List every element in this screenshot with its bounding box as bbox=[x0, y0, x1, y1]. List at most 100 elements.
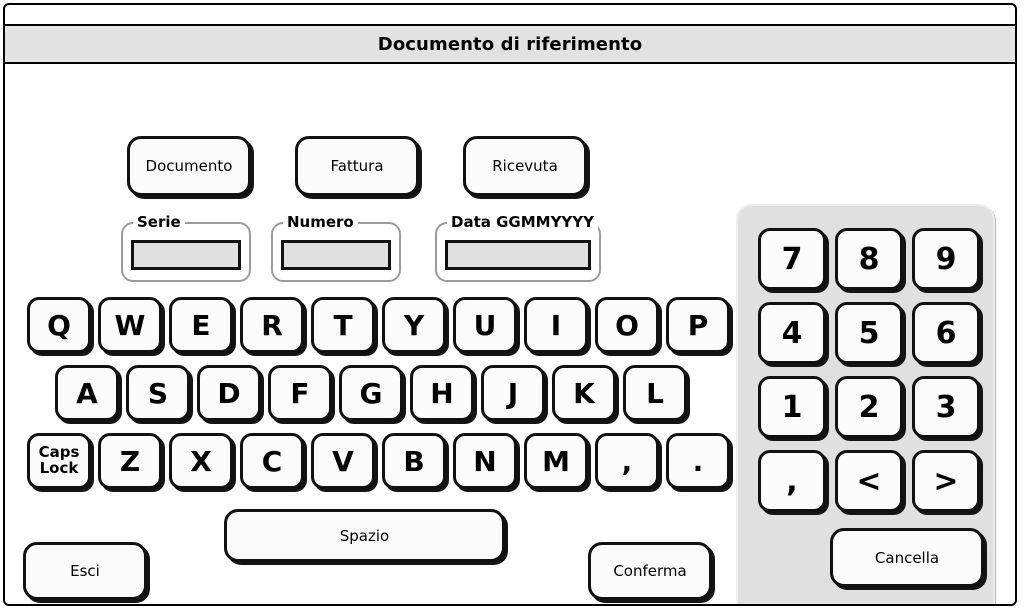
numkey-8[interactable]: 8 bbox=[835, 228, 903, 290]
serie-input[interactable] bbox=[131, 240, 241, 270]
numkey-3[interactable]: 3 bbox=[912, 376, 980, 438]
doctype-button-fattura[interactable]: Fattura bbox=[295, 136, 419, 196]
field-label-serie: Serie bbox=[133, 213, 185, 231]
key-space[interactable]: Spazio bbox=[224, 509, 505, 562]
key-period[interactable]: . bbox=[666, 433, 730, 489]
field-group-serie: Serie bbox=[121, 213, 251, 282]
key-x[interactable]: X bbox=[169, 433, 233, 489]
key-i[interactable]: I bbox=[524, 297, 588, 353]
key-label: 2 bbox=[858, 389, 880, 425]
numkey-right-arrow[interactable]: > bbox=[912, 450, 980, 512]
key-label: Y bbox=[403, 308, 425, 342]
numkey-5[interactable]: 5 bbox=[835, 302, 903, 364]
key-label: < bbox=[856, 463, 882, 499]
key-label: > bbox=[933, 463, 959, 499]
numkey-comma[interactable]: , bbox=[758, 450, 826, 512]
key-label: 4 bbox=[781, 315, 803, 351]
numero-input[interactable] bbox=[281, 240, 391, 270]
clear-button[interactable]: Cancella bbox=[830, 528, 984, 587]
window-titlebar: Documento di riferimento bbox=[5, 24, 1015, 64]
key-label: 1 bbox=[781, 389, 803, 425]
key-label: C bbox=[261, 444, 283, 478]
key-label: 6 bbox=[935, 315, 957, 351]
confirm-button[interactable]: Conferma bbox=[588, 542, 712, 600]
key-comma[interactable]: , bbox=[595, 433, 659, 489]
numkey-6[interactable]: 6 bbox=[912, 302, 980, 364]
key-j[interactable]: J bbox=[481, 365, 545, 421]
numkey-4[interactable]: 4 bbox=[758, 302, 826, 364]
numeric-keypad-panel: 7 8 9 4 5 6 1 2 3 , < > Cancella bbox=[736, 204, 995, 604]
exit-label: Esci bbox=[70, 562, 100, 580]
key-label: N bbox=[473, 444, 497, 478]
key-caps-lock[interactable]: Caps Lock bbox=[27, 433, 91, 489]
key-c[interactable]: C bbox=[240, 433, 304, 489]
key-label: 3 bbox=[935, 389, 957, 425]
key-label: 7 bbox=[781, 241, 803, 277]
field-group-numero: Numero bbox=[271, 213, 401, 282]
confirm-label: Conferma bbox=[613, 562, 687, 580]
key-label: B bbox=[403, 444, 425, 478]
field-label-numero: Numero bbox=[283, 213, 358, 231]
numkey-1[interactable]: 1 bbox=[758, 376, 826, 438]
key-label: F bbox=[290, 376, 310, 410]
key-label: L bbox=[646, 376, 664, 410]
key-f[interactable]: F bbox=[268, 365, 332, 421]
key-label: K bbox=[573, 376, 595, 410]
key-label: X bbox=[190, 444, 212, 478]
key-y[interactable]: Y bbox=[382, 297, 446, 353]
key-label: A bbox=[76, 376, 98, 410]
key-label: T bbox=[333, 308, 353, 342]
numkey-9[interactable]: 9 bbox=[912, 228, 980, 290]
field-group-data: Data GGMMYYYY bbox=[435, 213, 601, 282]
key-m[interactable]: M bbox=[524, 433, 588, 489]
key-u[interactable]: U bbox=[453, 297, 517, 353]
key-a[interactable]: A bbox=[55, 365, 119, 421]
key-label: I bbox=[550, 308, 562, 342]
doctype-button-documento[interactable]: Documento bbox=[127, 136, 251, 196]
key-b[interactable]: B bbox=[382, 433, 446, 489]
window-client-area: Documento Fattura Ricevuta Serie Numero … bbox=[5, 64, 1015, 604]
key-label: H bbox=[430, 376, 454, 410]
key-label: Z bbox=[119, 444, 141, 478]
key-label: P bbox=[687, 308, 709, 342]
key-l[interactable]: L bbox=[623, 365, 687, 421]
key-r[interactable]: R bbox=[240, 297, 304, 353]
numkey-2[interactable]: 2 bbox=[835, 376, 903, 438]
numkey-left-arrow[interactable]: < bbox=[835, 450, 903, 512]
key-label: J bbox=[507, 376, 519, 410]
key-o[interactable]: O bbox=[595, 297, 659, 353]
doctype-label: Documento bbox=[145, 157, 233, 175]
key-z[interactable]: Z bbox=[98, 433, 162, 489]
key-d[interactable]: D bbox=[197, 365, 261, 421]
key-n[interactable]: N bbox=[453, 433, 517, 489]
key-h[interactable]: H bbox=[410, 365, 474, 421]
doctype-label: Fattura bbox=[330, 157, 384, 175]
key-t[interactable]: T bbox=[311, 297, 375, 353]
key-e[interactable]: E bbox=[169, 297, 233, 353]
key-p[interactable]: P bbox=[666, 297, 730, 353]
key-label: O bbox=[615, 308, 639, 342]
key-label: , bbox=[786, 463, 798, 499]
space-label: Spazio bbox=[339, 526, 390, 545]
caps-lock-label-line2: Lock bbox=[39, 459, 79, 477]
page-title: Documento di riferimento bbox=[377, 33, 643, 55]
key-s[interactable]: S bbox=[126, 365, 190, 421]
key-v[interactable]: V bbox=[311, 433, 375, 489]
clear-label: Cancella bbox=[874, 548, 940, 567]
app-window: Documento di riferimento Documento Fattu… bbox=[3, 3, 1017, 606]
key-label: D bbox=[217, 376, 241, 410]
doctype-button-ricevuta[interactable]: Ricevuta bbox=[463, 136, 587, 196]
key-g[interactable]: G bbox=[339, 365, 403, 421]
key-label: E bbox=[191, 308, 211, 342]
exit-button[interactable]: Esci bbox=[23, 542, 147, 600]
key-label: , bbox=[621, 444, 633, 478]
key-q[interactable]: Q bbox=[27, 297, 91, 353]
key-label: U bbox=[473, 308, 497, 342]
data-input[interactable] bbox=[445, 240, 591, 270]
key-label: M bbox=[542, 444, 570, 478]
key-w[interactable]: W bbox=[98, 297, 162, 353]
key-label: Q bbox=[47, 308, 71, 342]
field-label-data: Data GGMMYYYY bbox=[447, 213, 599, 231]
key-k[interactable]: K bbox=[552, 365, 616, 421]
numkey-7[interactable]: 7 bbox=[758, 228, 826, 290]
